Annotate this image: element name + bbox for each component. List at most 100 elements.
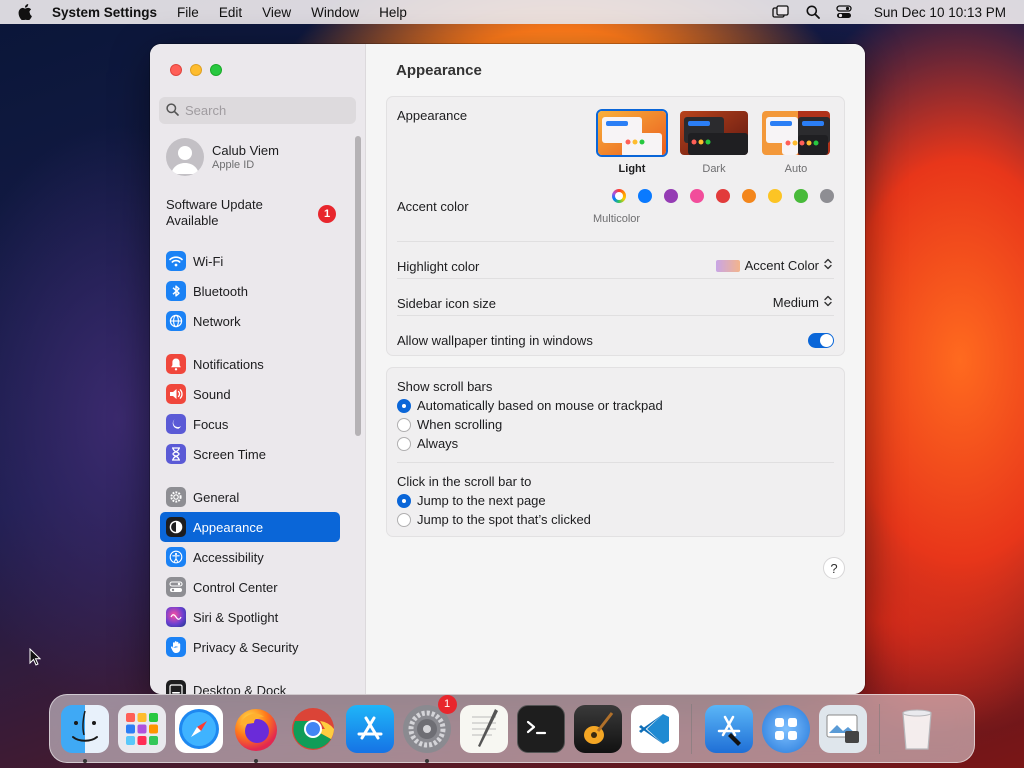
- dock-finder[interactable]: [59, 703, 111, 763]
- apple-menu-icon[interactable]: [18, 4, 34, 20]
- menu-app-name[interactable]: System Settings: [52, 5, 157, 20]
- spotlight-search-icon[interactable]: [806, 5, 820, 19]
- dock-safari[interactable]: [173, 703, 225, 755]
- accent-swatch-yellow[interactable]: [768, 189, 782, 203]
- accent-swatch-multicolor[interactable]: [612, 189, 626, 203]
- speaker-icon: [166, 384, 186, 404]
- appearance-option-dark[interactable]: Dark: [678, 109, 750, 175]
- click-scroll-bar-label: Click in the scroll bar to: [397, 474, 532, 489]
- dock-garageband[interactable]: [572, 703, 624, 755]
- sidebar-item-bluetooth[interactable]: Bluetooth: [160, 276, 340, 306]
- menu-view[interactable]: View: [262, 5, 291, 20]
- sidebar-item-screen-time[interactable]: Screen Time: [160, 439, 340, 469]
- sidebar-item-desktop-dock[interactable]: Desktop & Dock: [160, 675, 340, 694]
- terminal-icon: [516, 704, 565, 753]
- radio-button[interactable]: [397, 417, 411, 432]
- software-update-item[interactable]: Software Update Available 1: [166, 197, 336, 229]
- dock-textedit[interactable]: [458, 703, 510, 755]
- radio-button[interactable]: [397, 493, 411, 508]
- accent-swatch-blue[interactable]: [638, 189, 652, 203]
- control-center-icon: [166, 577, 186, 597]
- menu-clock[interactable]: Sun Dec 10 10:13 PM: [874, 5, 1006, 20]
- dock-terminal[interactable]: [515, 703, 567, 755]
- dock-system-settings[interactable]: 1: [401, 694, 457, 763]
- screen-mirroring-icon[interactable]: [772, 5, 790, 19]
- sidebar-item-accessibility[interactable]: Accessibility: [160, 542, 340, 572]
- search-input[interactable]: [185, 103, 345, 118]
- dock-trash[interactable]: [891, 703, 943, 755]
- menu-edit[interactable]: Edit: [219, 5, 242, 20]
- guitar-icon: [573, 704, 622, 753]
- dock-icon: [166, 680, 186, 694]
- accent-swatch-orange[interactable]: [742, 189, 756, 203]
- sidebar-item-privacy[interactable]: Privacy & Security: [160, 632, 340, 662]
- wallpaper-tinting-toggle[interactable]: [808, 333, 834, 348]
- dock-launchpad[interactable]: [116, 703, 168, 755]
- preview-icon: [818, 704, 867, 753]
- sidebar-scrollbar[interactable]: [355, 136, 361, 436]
- help-button[interactable]: ?: [823, 557, 845, 579]
- sidebar-icon-size-popup[interactable]: Medium: [773, 295, 832, 310]
- accent-swatch-red[interactable]: [716, 189, 730, 203]
- sidebar-item-focus[interactable]: Focus: [160, 409, 340, 439]
- sidebar-item-wifi[interactable]: Wi-Fi: [160, 246, 340, 276]
- scroll-bars-option-always[interactable]: Always: [397, 436, 458, 451]
- radio-button[interactable]: [397, 436, 411, 451]
- accent-swatch-graphite[interactable]: [820, 189, 834, 203]
- sidebar-item-sound[interactable]: Sound: [160, 379, 340, 409]
- control-center-icon[interactable]: [836, 5, 852, 19]
- sidebar-item-notifications[interactable]: Notifications: [160, 349, 340, 379]
- zoom-window-button[interactable]: [210, 64, 222, 76]
- click-scroll-option-next-page[interactable]: Jump to the next page: [397, 493, 546, 508]
- firefox-icon: [232, 705, 280, 753]
- sidebar-item-siri[interactable]: Siri & Spotlight: [160, 602, 340, 632]
- textedit-icon: [459, 704, 508, 753]
- dock-chrome[interactable]: [287, 703, 339, 755]
- menu-window[interactable]: Window: [311, 5, 359, 20]
- mouse-pointer-icon: [29, 647, 42, 669]
- dock: 1: [49, 694, 975, 763]
- menu-file[interactable]: File: [177, 5, 199, 20]
- dock-vscode[interactable]: [629, 703, 681, 755]
- menu-help[interactable]: Help: [379, 5, 407, 20]
- appearance-pane: Appearance Appearance Light Dark Auto Ac…: [366, 44, 865, 694]
- highlight-color-popup[interactable]: Accent Color: [715, 258, 832, 273]
- appearance-option-label: Auto: [784, 163, 808, 175]
- dock-preview-folder[interactable]: [817, 703, 869, 755]
- sidebar-item-label: Wi-Fi: [193, 253, 224, 269]
- appearance-option-auto[interactable]: Auto: [760, 109, 832, 175]
- accent-swatch-pink[interactable]: [690, 189, 704, 203]
- dock-grid-folder[interactable]: [760, 703, 812, 755]
- scroll-bars-card: Show scroll bars Automatically based on …: [386, 367, 845, 537]
- click-scroll-option-spot[interactable]: Jump to the spot that’s clicked: [397, 512, 591, 527]
- accent-swatch-purple[interactable]: [664, 189, 678, 203]
- dock-firefox[interactable]: [230, 703, 282, 763]
- appearance-mode-picker: Light Dark Auto: [596, 109, 832, 175]
- chevron-up-down-icon: [824, 295, 832, 310]
- sidebar-item-general[interactable]: General: [160, 482, 340, 512]
- radio-button[interactable]: [397, 512, 411, 527]
- sidebar-item-label: Screen Time: [193, 446, 266, 462]
- wifi-icon: [166, 251, 186, 271]
- sidebar-item-label: Notifications: [193, 356, 264, 372]
- chrome-icon: [289, 705, 337, 753]
- sidebar-item-control-center[interactable]: Control Center: [160, 572, 340, 602]
- sidebar-icon-size-value: Medium: [772, 295, 819, 310]
- dock-app-store[interactable]: [344, 703, 396, 755]
- scroll-bars-option-auto[interactable]: Automatically based on mouse or trackpad: [397, 398, 663, 413]
- close-window-button[interactable]: [170, 64, 182, 76]
- apple-id-account[interactable]: Calub Viem Apple ID: [166, 138, 279, 176]
- appearance-option-light[interactable]: Light: [596, 109, 668, 175]
- sidebar-search[interactable]: [159, 97, 356, 124]
- siri-icon: [166, 607, 186, 627]
- dock-xcode-installer[interactable]: [703, 703, 755, 755]
- minimize-window-button[interactable]: [190, 64, 202, 76]
- radio-button[interactable]: [397, 398, 411, 413]
- accent-color-caption: Multicolor: [593, 213, 641, 225]
- accent-swatch-green[interactable]: [794, 189, 808, 203]
- appearance-option-label: Light: [618, 163, 646, 175]
- sidebar-item-network[interactable]: Network: [160, 306, 340, 336]
- radio-label: Automatically based on mouse or trackpad: [417, 398, 663, 413]
- sidebar-item-appearance[interactable]: Appearance: [160, 512, 340, 542]
- scroll-bars-option-scrolling[interactable]: When scrolling: [397, 417, 502, 432]
